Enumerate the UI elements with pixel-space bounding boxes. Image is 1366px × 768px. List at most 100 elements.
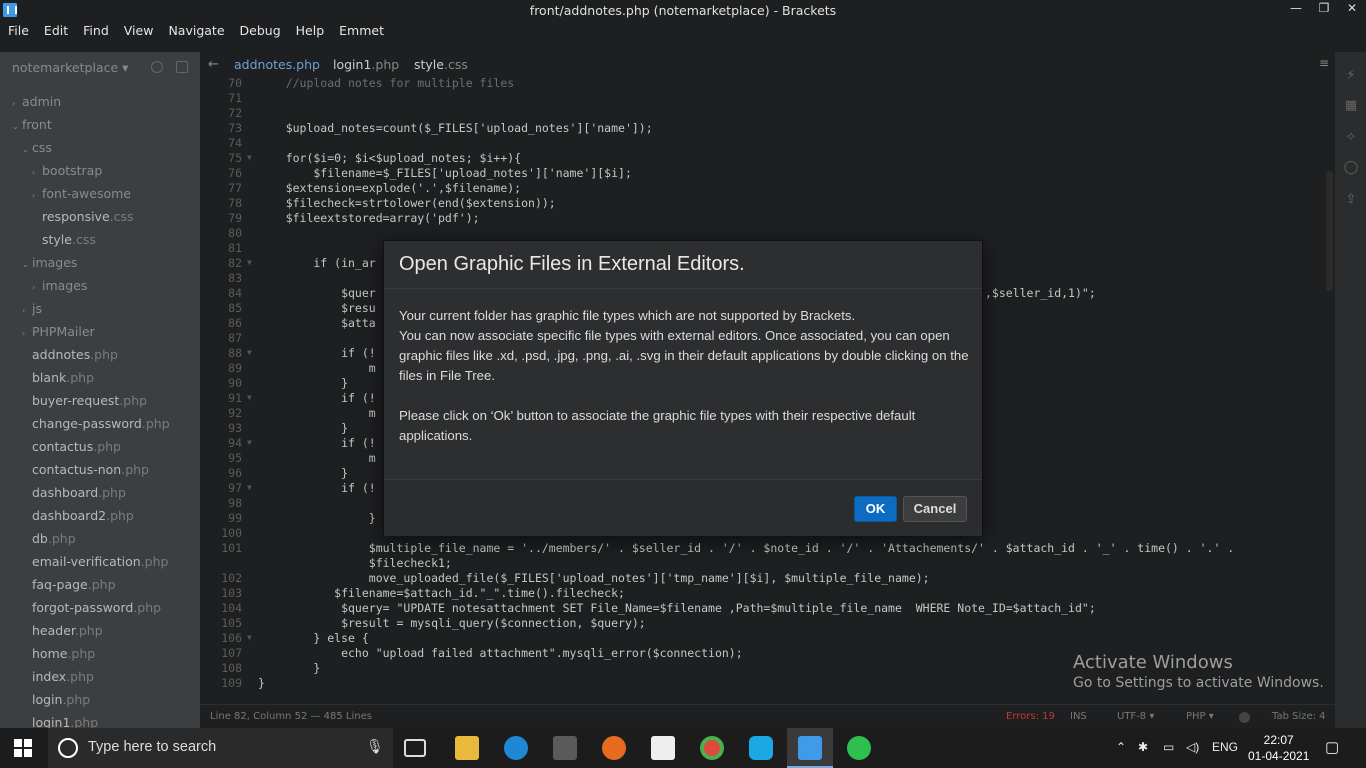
editor-scrollbar[interactable] — [1324, 76, 1335, 704]
tree-item[interactable]: › PHPMailer — [0, 320, 200, 343]
extension-manager-icon[interactable]: ▦ — [1343, 98, 1359, 114]
tree-item[interactable]: contactus.php — [0, 435, 200, 458]
chevron-right-icon[interactable]: › — [32, 161, 42, 184]
chevron-right-icon[interactable]: › — [22, 322, 32, 345]
maximize-button[interactable]: ❐ — [1310, 0, 1338, 21]
tree-item[interactable]: style.css — [0, 228, 200, 251]
chrome-icon[interactable] — [700, 736, 724, 760]
tree-item[interactable]: login1.php — [0, 711, 200, 728]
tree-item[interactable]: email-verification.php — [0, 550, 200, 573]
menu-lines-icon[interactable]: ≡ — [1319, 56, 1329, 70]
wand-icon[interactable]: ✧ — [1343, 130, 1359, 146]
errors-count[interactable]: Errors: 19 — [1006, 711, 1055, 722]
tree-item[interactable]: › images — [0, 274, 200, 297]
tree-item[interactable]: responsive.css — [0, 205, 200, 228]
tree-item[interactable]: dashboard2.php — [0, 504, 200, 527]
mail-icon[interactable] — [651, 736, 675, 760]
brackets-taskbar-button[interactable] — [787, 728, 833, 768]
fold-arrow-icon[interactable]: ▼ — [247, 633, 252, 642]
chevron-right-icon[interactable]: › — [32, 184, 42, 207]
language-select[interactable]: PHP ▾ — [1186, 711, 1214, 722]
taskbar-clock[interactable]: 22:07 01-04-2021 — [1248, 732, 1309, 764]
project-dropdown[interactable]: notemarketplace ▾ — [12, 60, 128, 75]
lightbulb-icon[interactable]: ◯ — [1343, 160, 1359, 176]
store-icon[interactable] — [553, 736, 577, 760]
menu-debug[interactable]: Debug — [232, 21, 288, 41]
tree-item[interactable]: change-password.php — [0, 412, 200, 435]
skype-icon[interactable] — [749, 736, 773, 760]
tree-item[interactable]: forgot-password.php — [0, 596, 200, 619]
minimize-button[interactable]: — — [1282, 0, 1310, 21]
menu-navigate[interactable]: Navigate — [160, 21, 231, 41]
split-view-icon[interactable] — [176, 61, 188, 73]
tree-item[interactable]: db.php — [0, 527, 200, 550]
fold-arrow-icon[interactable]: ▼ — [247, 393, 252, 402]
volume-icon[interactable]: ◁) — [1186, 740, 1199, 754]
task-view-icon[interactable] — [404, 739, 426, 757]
chevron-right-icon[interactable]: › — [12, 92, 22, 115]
fold-arrow-icon[interactable]: ▼ — [247, 348, 252, 357]
tree-item[interactable]: dashboard.php — [0, 481, 200, 504]
fold-arrow-icon[interactable]: ▼ — [247, 258, 252, 267]
tree-item[interactable]: ⌄ front — [0, 113, 200, 136]
tree-item[interactable]: home.php — [0, 642, 200, 665]
tree-item[interactable]: addnotes.php — [0, 343, 200, 366]
chevron-down-icon[interactable]: ⌄ — [22, 253, 32, 276]
fold-arrow-icon[interactable]: ▼ — [247, 153, 252, 162]
taskbar-search-box[interactable]: Type here to search 🎙 — [48, 728, 393, 768]
tab-addnotes[interactable]: addnotes.php — [234, 57, 320, 72]
network-icon[interactable]: ✱ — [1138, 740, 1148, 754]
tree-item[interactable]: › font-awesome — [0, 182, 200, 205]
menu-file[interactable]: File — [0, 21, 36, 41]
chevron-down-icon[interactable]: ⌄ — [12, 115, 22, 138]
settings-icon[interactable] — [151, 61, 163, 73]
language-indicator[interactable]: ENG — [1212, 740, 1238, 754]
upload-icon[interactable]: ⇪ — [1343, 192, 1359, 208]
close-button[interactable]: ✕ — [1338, 0, 1366, 21]
tree-item[interactable]: login.php — [0, 688, 200, 711]
tree-item[interactable]: ⌄ images — [0, 251, 200, 274]
scrollbar-thumb[interactable] — [1326, 171, 1333, 291]
tab-login1[interactable]: login1.php — [333, 57, 399, 72]
menu-view[interactable]: View — [116, 21, 161, 41]
live-preview-icon[interactable]: ⚡ — [1343, 68, 1359, 84]
tree-item[interactable]: header.php — [0, 619, 200, 642]
notifications-icon[interactable]: ▢ — [1325, 738, 1339, 756]
chevron-right-icon[interactable]: › — [22, 299, 32, 322]
chevron-up-icon[interactable]: ⌃ — [1116, 740, 1126, 754]
linter-status-icon[interactable] — [1239, 712, 1250, 723]
edge-browser-icon[interactable] — [504, 736, 528, 760]
menu-emmet[interactable]: Emmet — [331, 21, 391, 41]
microphone-icon[interactable]: 🎙 — [366, 739, 384, 755]
menu-find[interactable]: Find — [75, 21, 116, 41]
menu-edit[interactable]: Edit — [36, 21, 75, 41]
tree-item[interactable]: index.php — [0, 665, 200, 688]
tree-item[interactable]: faq-page.php — [0, 573, 200, 596]
tree-item[interactable]: › admin — [0, 90, 200, 113]
file-explorer-icon[interactable] — [455, 736, 479, 760]
whatsapp-icon[interactable] — [847, 736, 871, 760]
tree-item[interactable]: › bootstrap — [0, 159, 200, 182]
menu-help[interactable]: Help — [288, 21, 332, 41]
tree-item[interactable]: blank.php — [0, 366, 200, 389]
tab-size[interactable]: Tab Size: 4 — [1272, 711, 1326, 722]
tree-item[interactable]: › js — [0, 297, 200, 320]
tree-item[interactable]: ⌄ css — [0, 136, 200, 159]
clock-date: 01-04-2021 — [1248, 749, 1310, 763]
status-bar: Line 82, Column 52 — 485 Lines Errors: 1… — [200, 704, 1335, 728]
tab-style[interactable]: style.css — [414, 57, 468, 72]
chevron-down-icon[interactable]: ⌄ — [22, 138, 32, 161]
battery-icon[interactable]: ▭ — [1163, 740, 1174, 754]
encoding-select[interactable]: UTF-8 ▾ — [1117, 711, 1154, 722]
windows-start-icon[interactable] — [14, 739, 32, 757]
chevron-right-icon[interactable]: › — [32, 276, 42, 299]
tree-item[interactable]: contactus-non.php — [0, 458, 200, 481]
insert-mode[interactable]: INS — [1070, 711, 1087, 722]
ok-button[interactable]: OK — [854, 496, 897, 522]
fold-arrow-icon[interactable]: ▼ — [247, 483, 252, 492]
firefox-icon[interactable] — [602, 736, 626, 760]
back-arrow-icon[interactable]: ← — [208, 57, 219, 72]
fold-arrow-icon[interactable]: ▼ — [247, 438, 252, 447]
tree-item[interactable]: buyer-request.php — [0, 389, 200, 412]
cancel-button[interactable]: Cancel — [903, 496, 967, 522]
